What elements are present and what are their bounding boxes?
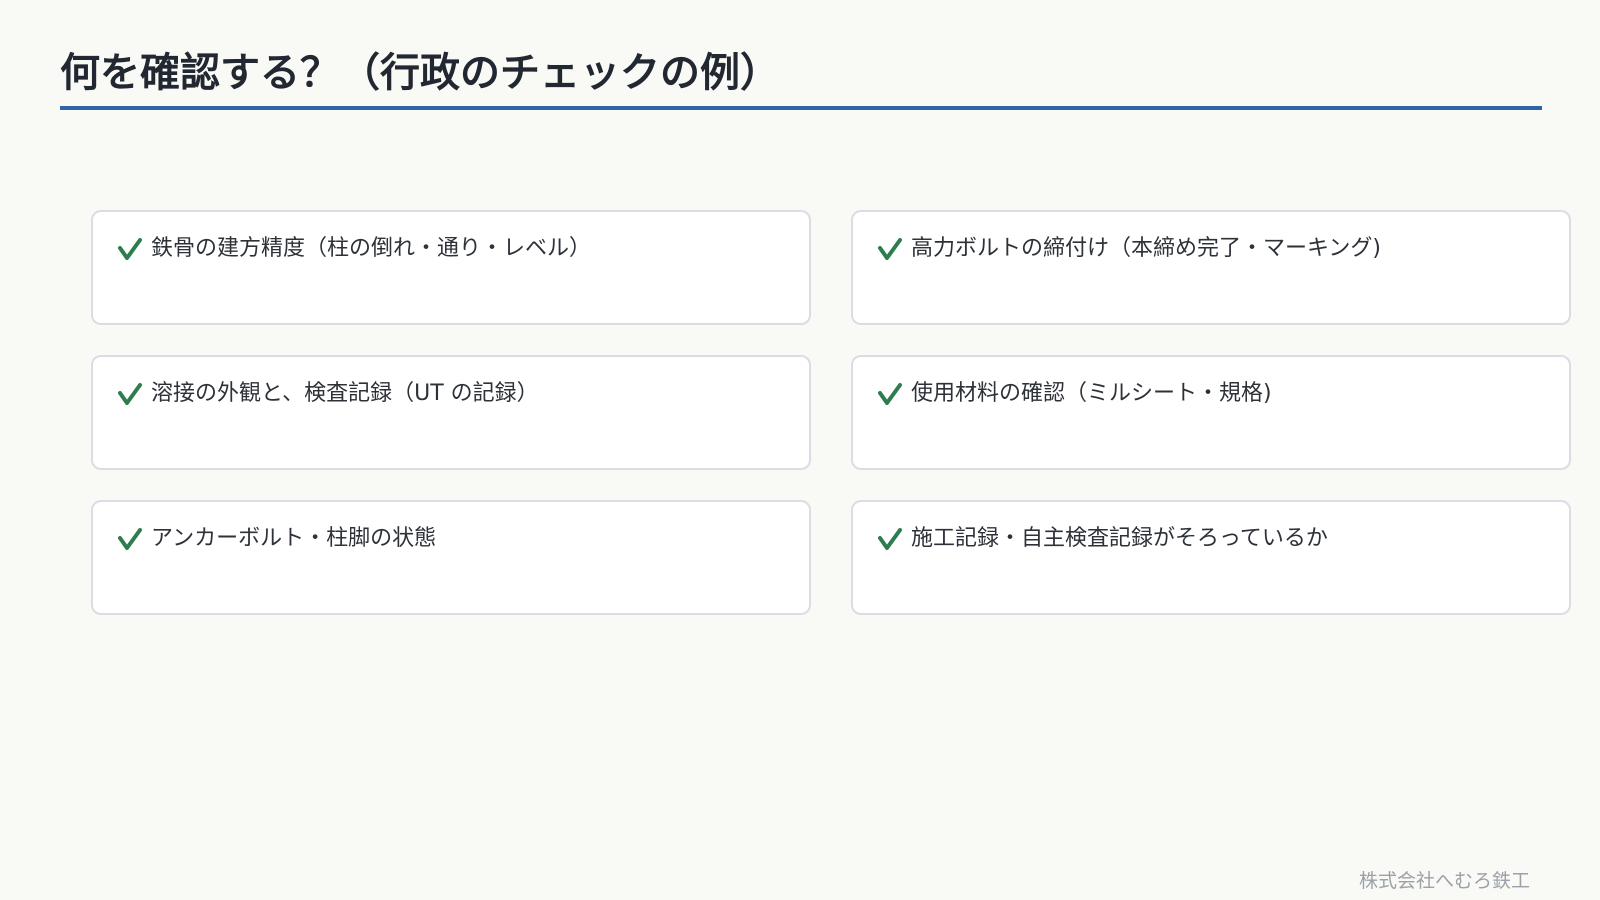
checklist-item-text: 使用材料の確認（ミルシート・規格) <box>911 381 1272 406</box>
checkmark-icon <box>877 236 911 262</box>
checklist-card: 施工記録・自主検査記録がそろっているか <box>851 500 1571 615</box>
checkmark-icon <box>117 381 151 407</box>
slide: 何を確認する？（行政のチェックの例） 鉄骨の建方精度（柱の倒れ・通り・レベル） … <box>0 0 1600 900</box>
page-title: 何を確認する？（行政のチェックの例） <box>60 50 780 96</box>
checkmark-icon <box>117 236 151 262</box>
checklist-item-text: 鉄骨の建方精度（柱の倒れ・通り・レベル） <box>151 236 592 261</box>
checklist-card: 使用材料の確認（ミルシート・規格) <box>851 355 1571 470</box>
checklist-card: 高力ボルトの締付け（本締め完了・マーキング) <box>851 210 1571 325</box>
checklist-card: 溶接の外観と、検査記録（UT の記録） <box>91 355 811 470</box>
checkmark-icon <box>117 526 151 552</box>
checkmark-icon <box>877 381 911 407</box>
checkmark-icon <box>877 526 911 552</box>
checklist-item-text: 施工記録・自主検査記録がそろっているか <box>911 526 1328 551</box>
checklist-item-text: 高力ボルトの締付け（本締め完了・マーキング) <box>911 236 1381 261</box>
title-underline <box>60 106 1542 110</box>
checklist-grid: 鉄骨の建方精度（柱の倒れ・通り・レベル） 高力ボルトの締付け（本締め完了・マーキ… <box>91 210 1571 615</box>
checklist-item-text: 溶接の外観と、検査記録（UT の記録） <box>151 381 539 406</box>
company-footer: 株式会社へむろ鉄工 <box>1358 870 1530 892</box>
checklist-card: 鉄骨の建方精度（柱の倒れ・通り・レベル） <box>91 210 811 325</box>
checklist-item-text: アンカーボルト・柱脚の状態 <box>151 526 437 551</box>
checklist-card: アンカーボルト・柱脚の状態 <box>91 500 811 615</box>
